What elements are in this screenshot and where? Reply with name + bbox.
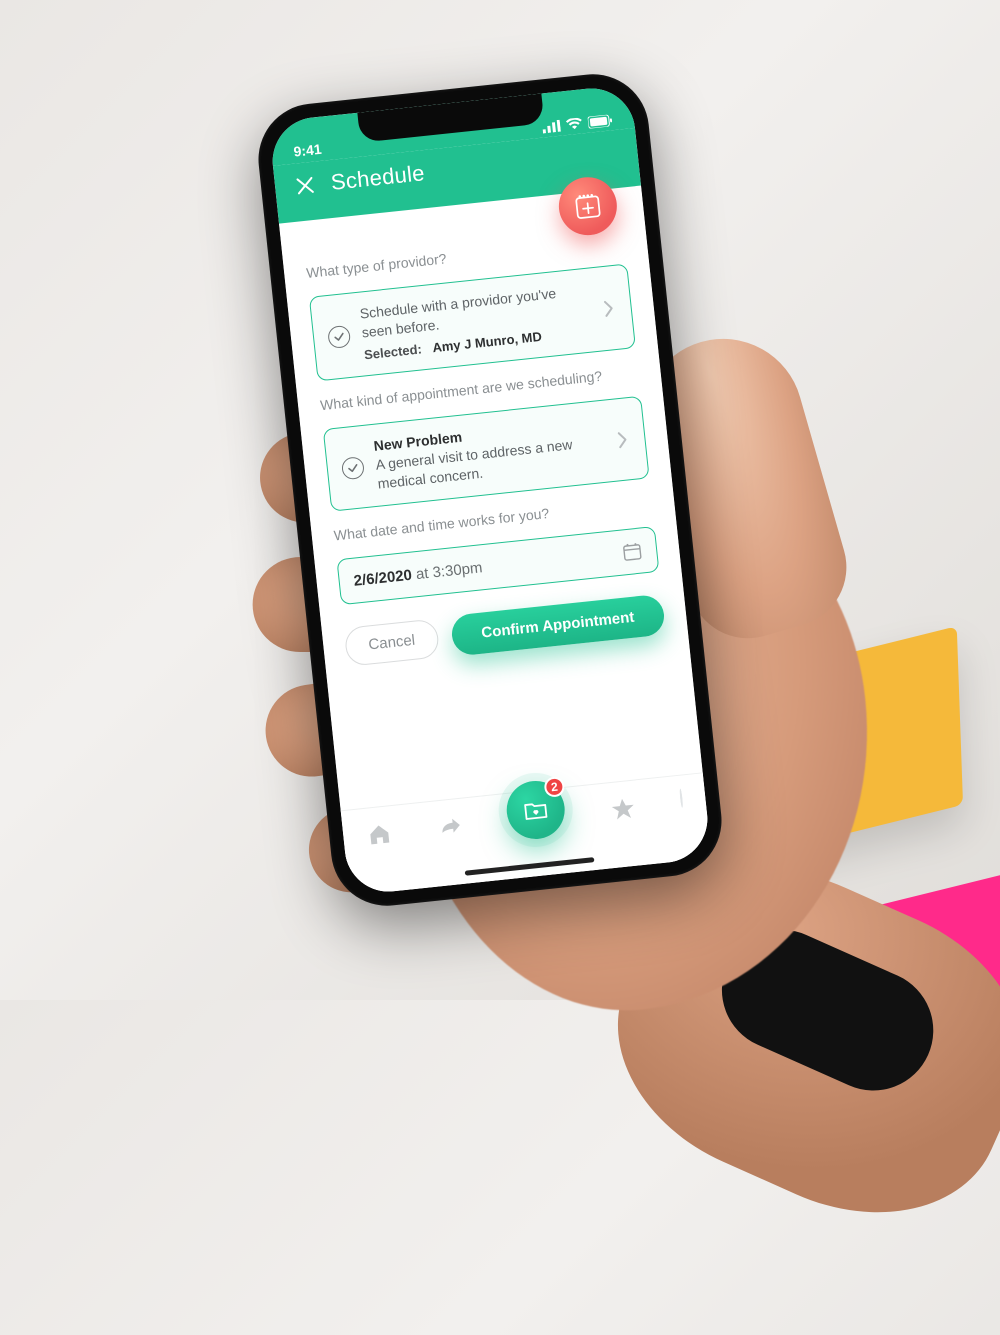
chevron-right-icon bbox=[602, 298, 618, 317]
check-circle-icon bbox=[341, 456, 365, 480]
battery-icon bbox=[588, 114, 613, 128]
nav-profile[interactable] bbox=[680, 790, 684, 808]
nav-home[interactable] bbox=[365, 820, 394, 849]
background-notebook-pink bbox=[767, 868, 1000, 1091]
phone-screen: 9:41 Schedule bbox=[268, 84, 711, 896]
check-circle-icon bbox=[327, 324, 351, 348]
selected-date: 2/6/2020 bbox=[353, 566, 413, 589]
selected-time: 3:30pm bbox=[432, 559, 484, 581]
status-time: 9:41 bbox=[293, 141, 323, 160]
date-joiner: at bbox=[415, 564, 429, 582]
signal-icon bbox=[542, 120, 561, 134]
page-title: Schedule bbox=[330, 160, 426, 196]
star-icon bbox=[609, 795, 638, 824]
home-indicator bbox=[465, 857, 595, 876]
avatar-icon bbox=[680, 789, 684, 808]
confirm-appointment-button[interactable]: Confirm Appointment bbox=[450, 594, 666, 657]
nav-favorites[interactable] bbox=[609, 795, 638, 824]
home-icon bbox=[365, 820, 394, 849]
cancel-button[interactable]: Cancel bbox=[344, 618, 440, 666]
phone-device-frame: 9:41 Schedule bbox=[253, 69, 727, 912]
wifi-icon bbox=[566, 117, 583, 131]
close-icon[interactable] bbox=[294, 175, 316, 197]
selected-label: Selected: bbox=[363, 341, 422, 362]
share-arrow-icon bbox=[436, 813, 465, 842]
calendar-icon bbox=[621, 540, 643, 562]
appointment-card[interactable]: New Problem A general visit to address a… bbox=[323, 396, 650, 512]
nav-share[interactable] bbox=[436, 813, 465, 842]
chevron-right-icon bbox=[616, 430, 632, 449]
provider-card[interactable]: Schedule with a providor you've seen bef… bbox=[309, 263, 636, 381]
folder-heart-icon bbox=[520, 795, 551, 826]
calendar-plus-icon bbox=[571, 190, 604, 223]
